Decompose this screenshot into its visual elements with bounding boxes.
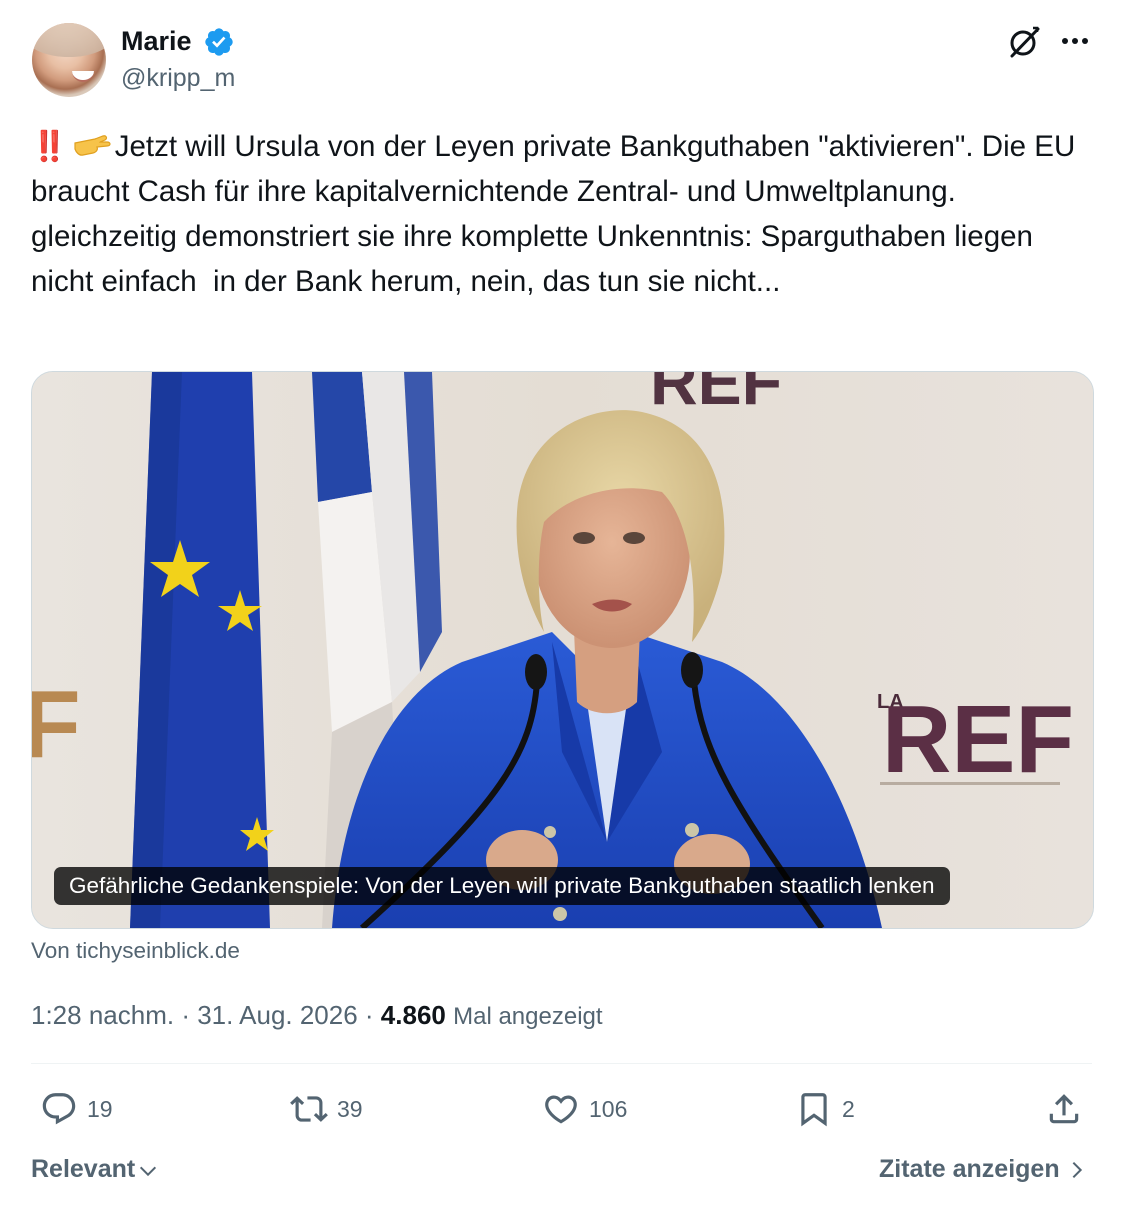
chevron-right-icon xyxy=(1072,1161,1082,1179)
repost-icon xyxy=(290,1096,328,1122)
bookmark-button[interactable]: 2 xyxy=(795,1086,855,1132)
post-date[interactable]: 31. Aug. 2026 xyxy=(197,1000,357,1030)
link-card[interactable]: REF LA REF F xyxy=(31,371,1094,929)
share-button[interactable] xyxy=(1045,1086,1083,1132)
pointing-hand-emoji-icon xyxy=(74,135,111,156)
card-image: REF LA REF F xyxy=(32,372,1093,928)
bookmark-count: 2 xyxy=(842,1096,855,1122)
like-icon xyxy=(545,1095,577,1124)
svg-text:F: F xyxy=(32,671,81,778)
post-body: Jetzt will Ursula von der Leyen private … xyxy=(31,130,1084,298)
card-caption[interactable]: Gefährliche Gedankenspiele: Von der Leye… xyxy=(54,867,950,905)
more-icon[interactable] xyxy=(1058,26,1092,56)
reply-count: 19 xyxy=(87,1096,113,1122)
repost-button[interactable]: 39 xyxy=(290,1086,363,1132)
svg-text:REF: REF xyxy=(650,372,782,418)
backdrop-logo-top: REF xyxy=(650,372,782,418)
author-name[interactable]: Marie xyxy=(121,25,192,57)
view-quotes-link[interactable]: Zitate anzeigen xyxy=(879,1153,1088,1185)
double-exclamation-emoji: ‼️ xyxy=(31,130,68,163)
avatar[interactable] xyxy=(32,23,106,97)
post-time[interactable]: 1:28 nachm. xyxy=(31,1000,174,1030)
share-icon xyxy=(1049,1094,1079,1124)
view-count: 4.860 xyxy=(380,1000,446,1030)
author-handle[interactable]: @kripp_m xyxy=(121,63,235,93)
reply-button[interactable]: 19 xyxy=(40,1086,113,1132)
like-count: 106 xyxy=(589,1096,628,1122)
reply-icon xyxy=(42,1093,76,1125)
post-meta: 1:28 nachm. · 31. Aug. 2026 · 4.860 Mal … xyxy=(31,1000,603,1030)
grok-icon[interactable] xyxy=(1006,24,1042,60)
view-label: Mal angezeigt xyxy=(453,1003,603,1030)
svg-text:REF: REF xyxy=(882,686,1074,793)
repost-count: 39 xyxy=(337,1096,363,1122)
bookmark-icon xyxy=(801,1093,827,1127)
backdrop-logo-right: LA REF xyxy=(877,686,1074,793)
like-button[interactable]: 106 xyxy=(542,1086,627,1132)
card-source[interactable]: Von tichyseinblick.de xyxy=(31,937,240,965)
divider xyxy=(31,1063,1092,1064)
sort-dropdown[interactable]: Relevant xyxy=(31,1153,159,1185)
post-text: ‼️ Jetzt will Ursula von der Leyen privat… xyxy=(31,124,1101,304)
verified-badge-icon xyxy=(205,28,233,56)
chevron-down-icon xyxy=(140,1166,157,1177)
